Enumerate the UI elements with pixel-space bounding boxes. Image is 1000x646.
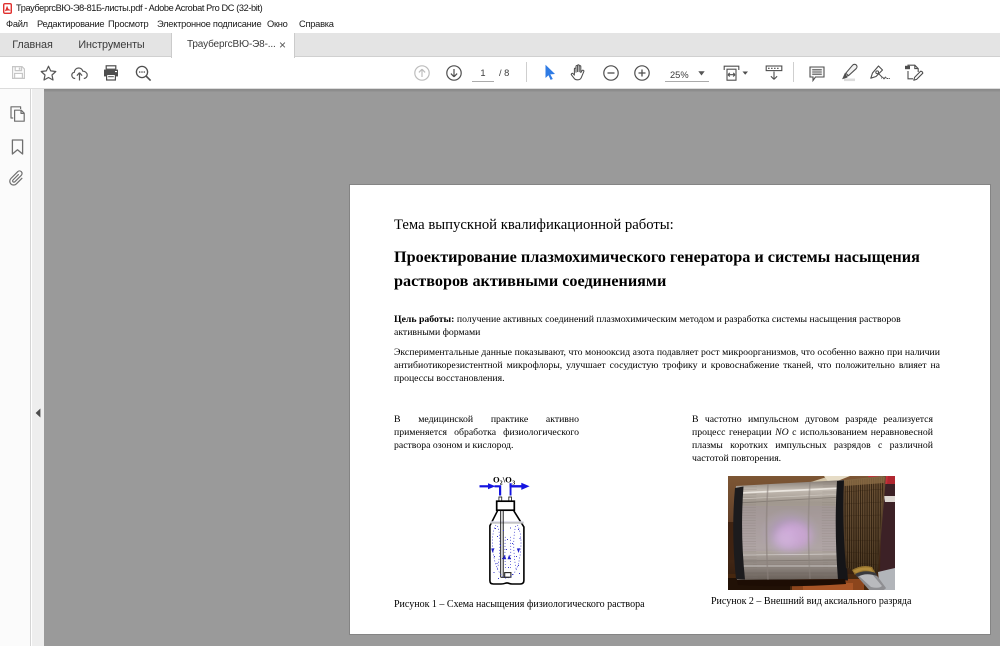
- svg-text:\O: \O: [502, 474, 512, 484]
